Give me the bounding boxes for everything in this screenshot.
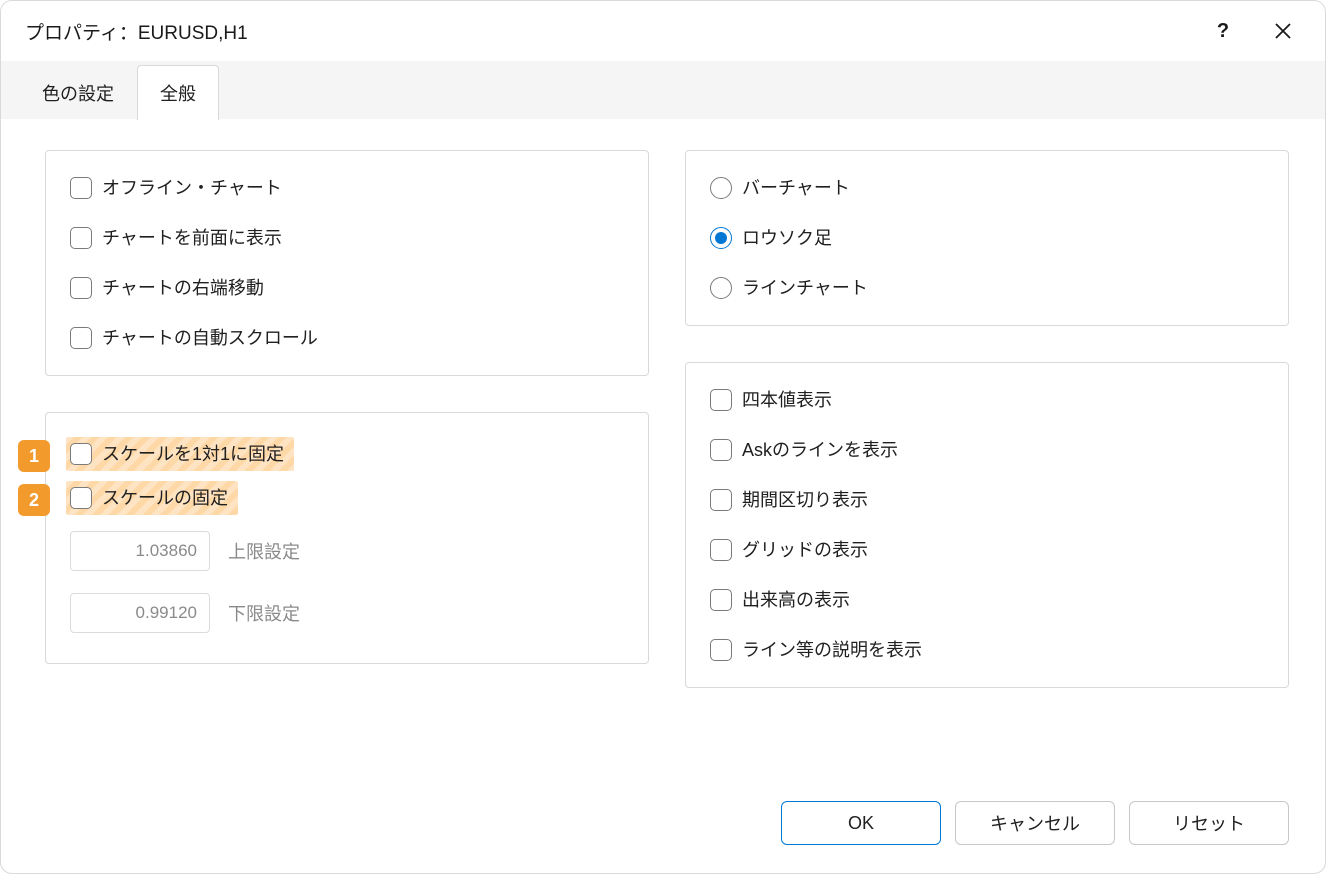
checkbox-label: チャートを前面に表示 bbox=[102, 227, 282, 249]
dialog-footer: OK キャンセル リセット bbox=[1, 781, 1325, 873]
checkbox-icon bbox=[710, 389, 732, 411]
checkbox-label: オフライン・チャート bbox=[102, 177, 282, 199]
help-icon: ? bbox=[1217, 20, 1229, 43]
help-button[interactable]: ? bbox=[1193, 10, 1253, 52]
content-area: オフライン・チャート チャートを前面に表示 チャートの右端移動 チャートの自動ス… bbox=[1, 120, 1325, 781]
checkbox-label: 出来高の表示 bbox=[742, 589, 850, 611]
checkbox-ohlc[interactable]: 四本値表示 bbox=[710, 389, 1264, 411]
checkbox-label: グリッドの表示 bbox=[742, 539, 868, 561]
checkbox-label: スケールの固定 bbox=[102, 487, 228, 509]
checkbox-grid[interactable]: グリッドの表示 bbox=[710, 539, 1264, 561]
upper-limit-input[interactable] bbox=[70, 531, 210, 571]
tabstrip: 色の設定 全般 bbox=[1, 61, 1325, 120]
titlebar: プロパティ：EURUSD,H1 ? bbox=[1, 1, 1325, 61]
right-column: バーチャート ロウソク足 ラインチャート 四本値表示 As bbox=[685, 150, 1289, 751]
lower-limit-label: 下限設定 bbox=[228, 600, 300, 626]
checkbox-volume[interactable]: 出来高の表示 bbox=[710, 589, 1264, 611]
checkbox-scale-1to1[interactable]: 1 スケールを1対1に固定 bbox=[70, 443, 624, 465]
checkbox-label: チャートの右端移動 bbox=[102, 277, 264, 299]
display-options-panel: 四本値表示 Askのラインを表示 期間区切り表示 グリッドの表示 出来高の表示 bbox=[685, 362, 1289, 688]
highlight-1: スケールを1対1に固定 bbox=[70, 443, 284, 465]
highlight-2: スケールの固定 bbox=[70, 487, 228, 509]
tab-general[interactable]: 全般 bbox=[137, 65, 219, 120]
checkbox-label: スケールを1対1に固定 bbox=[102, 443, 284, 465]
checkbox-icon bbox=[70, 177, 92, 199]
tab-colors[interactable]: 色の設定 bbox=[19, 65, 137, 120]
dialog-title: プロパティ：EURUSD,H1 bbox=[25, 18, 1193, 45]
radio-icon bbox=[710, 277, 732, 299]
radio-bar-chart[interactable]: バーチャート bbox=[710, 177, 1264, 199]
checkbox-icon bbox=[70, 443, 92, 465]
cancel-button[interactable]: キャンセル bbox=[955, 801, 1115, 845]
lower-limit-input[interactable] bbox=[70, 593, 210, 633]
checkbox-icon bbox=[70, 277, 92, 299]
checkbox-icon bbox=[70, 487, 92, 509]
properties-dialog: プロパティ：EURUSD,H1 ? 色の設定 全般 オフライン・チャート チャー… bbox=[0, 0, 1326, 874]
radio-label: バーチャート bbox=[742, 177, 850, 199]
checkbox-label: ライン等の説明を表示 bbox=[742, 639, 922, 661]
checkbox-line-descr[interactable]: ライン等の説明を表示 bbox=[710, 639, 1264, 661]
upper-limit-row: 上限設定 bbox=[70, 531, 624, 571]
checkbox-label: チャートの自動スクロール bbox=[102, 327, 318, 349]
radio-label: ロウソク足 bbox=[742, 227, 832, 249]
checkbox-icon bbox=[710, 539, 732, 561]
checkbox-label: 期間区切り表示 bbox=[742, 489, 868, 511]
chart-options-panel: オフライン・チャート チャートを前面に表示 チャートの右端移動 チャートの自動ス… bbox=[45, 150, 649, 376]
checkbox-icon bbox=[710, 639, 732, 661]
checkbox-icon bbox=[710, 589, 732, 611]
checkbox-offline-chart[interactable]: オフライン・チャート bbox=[70, 177, 624, 199]
checkbox-icon bbox=[710, 439, 732, 461]
checkbox-period-sep[interactable]: 期間区切り表示 bbox=[710, 489, 1264, 511]
checkbox-icon bbox=[70, 227, 92, 249]
annotation-badge-1: 1 bbox=[18, 440, 50, 472]
ok-button[interactable]: OK bbox=[781, 801, 941, 845]
scale-panel: 1 スケールを1対1に固定 2 スケールの固定 bbox=[45, 412, 649, 664]
radio-candlestick[interactable]: ロウソク足 bbox=[710, 227, 1264, 249]
checkbox-icon bbox=[70, 327, 92, 349]
radio-icon bbox=[710, 227, 732, 249]
radio-line-chart[interactable]: ラインチャート bbox=[710, 277, 1264, 299]
checkbox-right-shift[interactable]: チャートの右端移動 bbox=[70, 277, 624, 299]
checkbox-ask-line[interactable]: Askのラインを表示 bbox=[710, 439, 1264, 461]
lower-limit-row: 下限設定 bbox=[70, 593, 624, 633]
left-column: オフライン・チャート チャートを前面に表示 チャートの右端移動 チャートの自動ス… bbox=[45, 150, 649, 751]
checkbox-icon bbox=[710, 489, 732, 511]
annotation-badge-2: 2 bbox=[18, 484, 50, 516]
reset-button[interactable]: リセット bbox=[1129, 801, 1289, 845]
radio-icon bbox=[710, 177, 732, 199]
radio-label: ラインチャート bbox=[742, 277, 868, 299]
upper-limit-label: 上限設定 bbox=[228, 538, 300, 564]
close-button[interactable] bbox=[1253, 10, 1313, 52]
checkbox-label: 四本値表示 bbox=[742, 389, 832, 411]
checkbox-autoscroll[interactable]: チャートの自動スクロール bbox=[70, 327, 624, 349]
checkbox-chart-front[interactable]: チャートを前面に表示 bbox=[70, 227, 624, 249]
chart-type-panel: バーチャート ロウソク足 ラインチャート bbox=[685, 150, 1289, 326]
checkbox-label: Askのラインを表示 bbox=[742, 439, 898, 461]
checkbox-fix-scale[interactable]: 2 スケールの固定 bbox=[70, 487, 624, 509]
close-icon bbox=[1274, 22, 1292, 40]
